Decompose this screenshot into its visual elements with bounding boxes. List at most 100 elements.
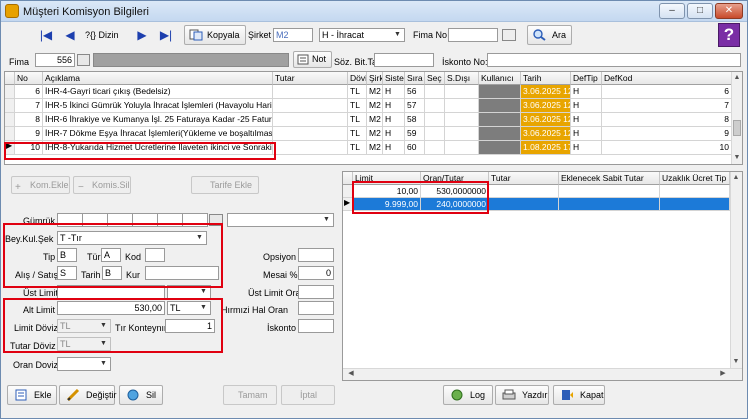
alis-satis-input[interactable]: S bbox=[57, 266, 77, 280]
grid-header-5[interactable]: Şirket bbox=[367, 72, 383, 85]
table-cell[interactable]: TL bbox=[348, 99, 367, 113]
table-cell[interactable]: 10 bbox=[15, 141, 43, 155]
yazdir-button[interactable]: Yazdır bbox=[495, 385, 549, 405]
fima-input[interactable]: 556 bbox=[35, 53, 75, 67]
iskonto-input[interactable] bbox=[298, 319, 334, 333]
limit-cell[interactable] bbox=[559, 185, 660, 198]
gumruk-input-1[interactable] bbox=[57, 213, 83, 227]
grid-header-7[interactable]: Sıra No bbox=[405, 72, 425, 85]
gumruk-input-4[interactable] bbox=[132, 213, 158, 227]
scroll-up-icon[interactable]: ▲ bbox=[731, 72, 742, 84]
limit-cell[interactable]: 10,00 bbox=[353, 185, 421, 198]
minimize-button[interactable]: – bbox=[659, 3, 685, 19]
table-cell[interactable]: H bbox=[571, 141, 602, 155]
tarih-input[interactable]: B bbox=[102, 266, 122, 280]
table-cell[interactable] bbox=[425, 113, 445, 127]
nav-next-button[interactable]: ▶ bbox=[131, 26, 153, 44]
scroll-down-icon[interactable]: ▼ bbox=[730, 356, 742, 368]
fima-no-picker-icon[interactable] bbox=[502, 29, 516, 41]
grid-header-2[interactable]: Açıklama bbox=[43, 72, 273, 85]
help-icon[interactable]: ? bbox=[718, 23, 740, 47]
fima-no-input[interactable] bbox=[448, 28, 498, 42]
commission-grid[interactable]: NoAçıklamaTutarDövizŞirketSistemSıra NoS… bbox=[4, 71, 743, 165]
ust-limit-input[interactable] bbox=[57, 285, 165, 299]
soz-bit-tar-input[interactable] bbox=[374, 53, 434, 67]
table-cell[interactable] bbox=[273, 141, 348, 155]
table-cell[interactable] bbox=[425, 127, 445, 141]
iskonto-no-input[interactable] bbox=[487, 53, 741, 67]
limit-cell[interactable]: 240,0000000 bbox=[421, 198, 489, 211]
limit-header-4[interactable]: Eklenecek Sabit Tutar bbox=[559, 172, 660, 185]
table-cell[interactable]: 6 bbox=[15, 85, 43, 99]
limit-header-5[interactable]: Uzaklık Ücret Tip bbox=[660, 172, 730, 185]
limit-cell[interactable] bbox=[660, 185, 730, 198]
table-cell[interactable]: 7 bbox=[15, 99, 43, 113]
table-cell[interactable]: 9 bbox=[15, 127, 43, 141]
log-button[interactable]: Log bbox=[443, 385, 493, 405]
limit-cell[interactable] bbox=[559, 198, 660, 211]
tutar-doviz-select[interactable]: TL ▼ bbox=[57, 337, 111, 351]
table-cell[interactable]: İHR-4-Gayri ticari çıkış (Bedelsiz) bbox=[43, 85, 273, 99]
kod-input[interactable] bbox=[145, 248, 165, 262]
grid-header-10[interactable]: Kullanıcı bbox=[479, 72, 521, 85]
table-cell[interactable]: 8 bbox=[15, 113, 43, 127]
ust-limit-oran-input[interactable] bbox=[298, 285, 334, 299]
table-cell[interactable]: İHR-8-Yukarıda Hizmet Ücretlerine İlavet… bbox=[43, 141, 273, 155]
table-cell[interactable] bbox=[479, 127, 521, 141]
table-cell[interactable] bbox=[445, 99, 479, 113]
gumruk-input-2[interactable] bbox=[82, 213, 108, 227]
table-cell[interactable]: H bbox=[571, 85, 602, 99]
table-cell[interactable] bbox=[445, 127, 479, 141]
table-cell[interactable]: 3.06.2025 12:07:1 bbox=[521, 99, 571, 113]
table-cell[interactable]: H bbox=[383, 113, 405, 127]
limit-grid-vertical-scrollbar[interactable] bbox=[730, 172, 742, 368]
table-cell[interactable]: M2 bbox=[367, 127, 383, 141]
table-cell[interactable]: 3.06.2025 12:07:1 bbox=[521, 113, 571, 127]
grid-header-12[interactable]: DefTip bbox=[571, 72, 602, 85]
table-cell[interactable] bbox=[445, 113, 479, 127]
scroll-up-icon[interactable]: ▲ bbox=[730, 172, 742, 184]
islem-select[interactable]: H - İhracat ▼ bbox=[319, 28, 405, 42]
scroll-left-icon[interactable]: ◀ bbox=[345, 368, 357, 380]
table-cell[interactable]: M2 bbox=[367, 85, 383, 99]
table-cell[interactable]: M2 bbox=[367, 99, 383, 113]
scroll-down-icon[interactable]: ▼ bbox=[731, 152, 742, 164]
table-cell[interactable]: 3.06.2025 12:07:1 bbox=[521, 85, 571, 99]
alt-limit-doviz-select[interactable]: TL ▼ bbox=[167, 301, 211, 315]
table-cell[interactable]: İHR-6 İhrakiye ve Kumanya İşl. 25 Fatura… bbox=[43, 113, 273, 127]
table-cell[interactable]: 10 bbox=[602, 141, 732, 155]
limit-cell[interactable] bbox=[489, 198, 559, 211]
grid-header-11[interactable]: Tarih bbox=[521, 72, 571, 85]
table-cell[interactable] bbox=[273, 113, 348, 127]
table-cell[interactable] bbox=[479, 113, 521, 127]
iptal-button[interactable]: İptal bbox=[281, 385, 335, 405]
not-button[interactable]: Not bbox=[293, 51, 333, 68]
hirmizi-hal-oran-input[interactable] bbox=[298, 301, 334, 315]
table-cell[interactable] bbox=[479, 141, 521, 155]
table-cell[interactable]: TL bbox=[348, 141, 367, 155]
close-button[interactable]: ✕ bbox=[715, 3, 743, 19]
table-cell[interactable]: H bbox=[571, 99, 602, 113]
limit-cell[interactable] bbox=[489, 185, 559, 198]
table-cell[interactable] bbox=[425, 85, 445, 99]
table-cell[interactable] bbox=[273, 99, 348, 113]
table-cell[interactable] bbox=[425, 141, 445, 155]
table-cell[interactable]: 57 bbox=[405, 99, 425, 113]
table-cell[interactable]: 58 bbox=[405, 113, 425, 127]
tarife-ekle-button[interactable]: Tarife Ekle bbox=[191, 176, 260, 194]
nav-first-button[interactable]: |◀ bbox=[35, 26, 57, 44]
table-cell[interactable]: İHR-5 İkinci Gümrük Yoluyla İhracat İşle… bbox=[43, 99, 273, 113]
limit-grid[interactable]: Limit Oran/Tutar Tutar Eklenecek Sabit Tuta… bbox=[342, 171, 743, 381]
limit-grid-horizontal-scrollbar[interactable] bbox=[343, 368, 742, 380]
scroll-right-icon[interactable]: ▶ bbox=[717, 368, 729, 380]
gumruk-input-5[interactable] bbox=[157, 213, 183, 227]
table-cell[interactable]: 1.08.2025 17:03:0 bbox=[521, 141, 571, 155]
table-cell[interactable] bbox=[425, 99, 445, 113]
grid-header-4[interactable]: Döviz bbox=[348, 72, 367, 85]
tamam-button[interactable]: Tamam bbox=[223, 385, 277, 405]
sirket-input[interactable]: M2 bbox=[273, 28, 313, 42]
grid-header-9[interactable]: S.Dışı bbox=[445, 72, 479, 85]
gumruk-select[interactable]: ▼ bbox=[227, 213, 334, 227]
ekle-button[interactable]: Ekle bbox=[7, 385, 57, 405]
table-cell[interactable]: TL bbox=[348, 113, 367, 127]
